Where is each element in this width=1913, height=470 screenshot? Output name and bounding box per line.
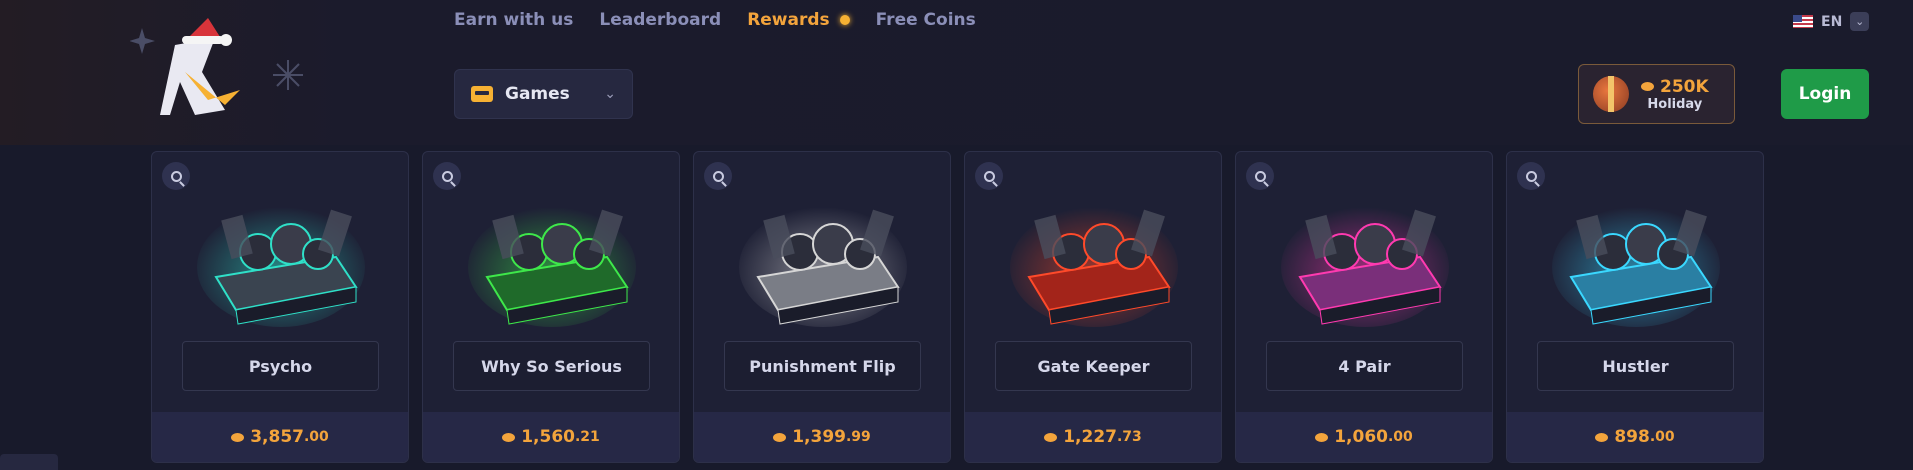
coin-icon	[231, 432, 245, 442]
case-image	[739, 207, 907, 327]
case-name: Gate Keeper	[995, 341, 1192, 391]
case-price-main: 1,399	[792, 427, 846, 447]
case-price-cents: .73	[1116, 429, 1142, 445]
case-image	[197, 207, 365, 327]
nav-rewards[interactable]: Rewards	[747, 10, 850, 30]
zoom-icon[interactable]	[162, 162, 190, 190]
case-card[interactable]: 4 Pair 1,060.00	[1235, 151, 1493, 463]
case-price-main: 3,857	[250, 427, 304, 447]
zoom-icon[interactable]	[975, 162, 1003, 190]
us-flag-icon	[1793, 15, 1813, 28]
case-price-main: 1,227	[1063, 427, 1117, 447]
case-price-button[interactable]: 898.00	[1507, 412, 1763, 462]
coin-icon	[773, 432, 787, 442]
coin-icon	[1315, 432, 1329, 442]
case-price-main: 898	[1614, 427, 1650, 447]
coin-icon	[502, 432, 516, 442]
case-name: Psycho	[182, 341, 379, 391]
case-price-button[interactable]: 1,060.00	[1236, 412, 1492, 462]
holiday-label: Holiday	[1647, 96, 1703, 112]
chevron-down-icon[interactable]: ⌄	[1850, 12, 1870, 31]
case-image	[1552, 207, 1720, 327]
sparkle-icon	[130, 28, 155, 54]
case-price-main: 1,560	[521, 427, 575, 447]
case-price-main: 1,060	[1334, 427, 1388, 447]
chevron-down-icon: ⌄	[604, 86, 616, 102]
case-card[interactable]: Gate Keeper 1,227.73	[964, 151, 1222, 463]
top-header: Earn with us Leaderboard Rewards Free Co…	[0, 0, 1913, 145]
zoom-icon[interactable]	[433, 162, 461, 190]
zoom-icon[interactable]	[1517, 162, 1545, 190]
case-card[interactable]: Why So Serious 1,560.21	[422, 151, 680, 463]
case-image	[1010, 207, 1178, 327]
case-price-cents: .00	[1649, 429, 1675, 445]
case-grid: Psycho 3,857.00 Why So Serious 1,560 .21…	[151, 151, 1764, 463]
login-button[interactable]: Login	[1781, 69, 1869, 119]
case-price-button[interactable]: 1,399.99	[694, 412, 950, 462]
zoom-icon[interactable]	[1246, 162, 1274, 190]
language-code: EN	[1821, 13, 1843, 30]
nav-free-coins[interactable]: Free Coins	[876, 10, 976, 30]
coin-icon	[1044, 432, 1058, 442]
gift-icon	[1593, 76, 1629, 112]
case-card[interactable]: Psycho 3,857.00	[151, 151, 409, 463]
zoom-icon[interactable]	[704, 162, 732, 190]
holiday-event-button[interactable]: 250K Holiday	[1578, 64, 1735, 124]
case-price-button[interactable]: 1,560.21	[423, 412, 679, 462]
holiday-info: 250K Holiday	[1641, 77, 1709, 112]
nav-earn-with-us[interactable]: Earn with us	[454, 10, 573, 30]
main-nav: Earn with us Leaderboard Rewards Free Co…	[454, 10, 976, 30]
case-card[interactable]: Punishment Flip 1,399.99	[693, 151, 951, 463]
case-price-cents: .00	[303, 429, 329, 445]
games-dropdown-label: Games	[505, 84, 570, 104]
holiday-amount: 250K	[1660, 76, 1709, 97]
case-image	[468, 207, 636, 327]
case-price-button[interactable]: 1,227.73	[965, 412, 1221, 462]
case-price-cents: .00	[1387, 429, 1413, 445]
case-price-cents: .21	[574, 429, 600, 445]
coin-icon	[1595, 432, 1609, 442]
snowflake-icon	[273, 60, 303, 90]
case-name: Punishment Flip	[724, 341, 921, 391]
case-price-button[interactable]: 3,857.00	[152, 412, 408, 462]
case-name: Hustler	[1537, 341, 1734, 391]
language-selector[interactable]: EN ⌄	[1793, 12, 1870, 31]
coin-icon	[1641, 82, 1654, 91]
chat-toggle[interactable]	[0, 454, 58, 470]
site-logo[interactable]	[130, 10, 330, 125]
case-name: 4 Pair	[1266, 341, 1463, 391]
gamepad-chest-icon	[471, 86, 493, 102]
case-image	[1281, 207, 1449, 327]
case-card[interactable]: Hustler 898.00	[1506, 151, 1764, 463]
case-name: Why So Serious	[453, 341, 650, 391]
games-dropdown[interactable]: Games ⌄	[454, 69, 633, 119]
notification-dot-icon	[839, 15, 850, 25]
case-price-cents: .99	[845, 429, 871, 445]
nav-leaderboard[interactable]: Leaderboard	[599, 10, 721, 30]
